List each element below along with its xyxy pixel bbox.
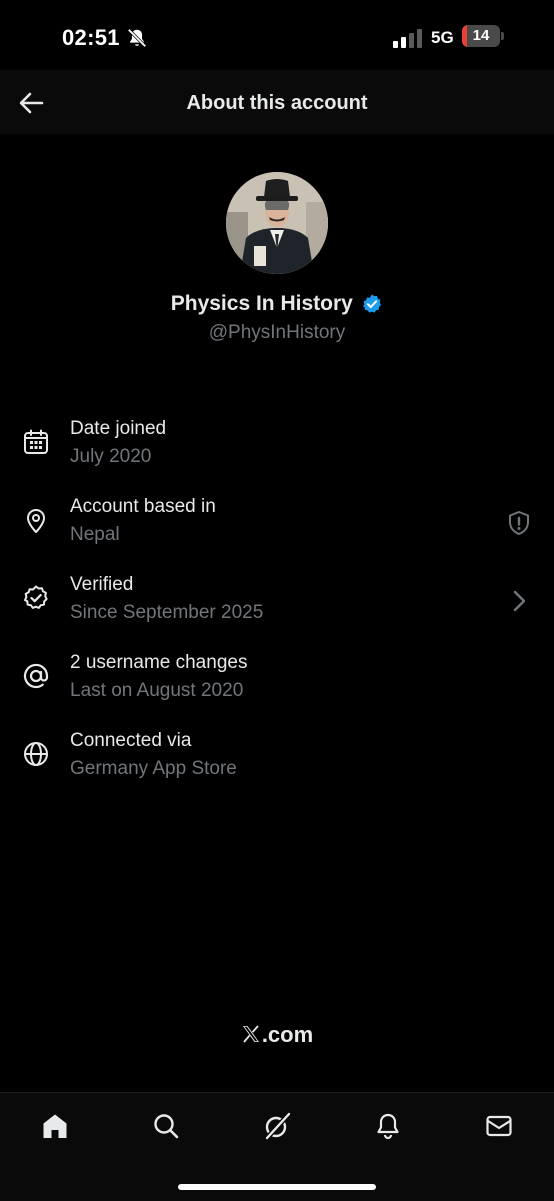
globe-icon [24, 742, 48, 766]
info-row-date-joined: Date joined July 2020 [0, 410, 554, 480]
bell-icon[interactable] [373, 1111, 403, 1141]
chevron-right-icon[interactable] [506, 588, 532, 614]
header: About this account [0, 70, 554, 134]
avatar[interactable] [226, 172, 328, 274]
info-title: Connected via [70, 730, 192, 751]
battery-level: 14 [472, 27, 490, 44]
display-name-row: Physics In History [0, 292, 554, 316]
info-row-verified[interactable]: Verified Since September 2025 [0, 566, 554, 636]
network-type: 5G [431, 28, 454, 47]
x-com-link[interactable]: .com [0, 1022, 554, 1048]
bell-off-icon [127, 28, 147, 48]
shield-info-icon[interactable] [506, 510, 532, 536]
info-subtitle: July 2020 [70, 446, 152, 467]
signal-icon [393, 29, 422, 48]
info-subtitle: Nepal [70, 524, 120, 545]
info-subtitle: Last on August 2020 [70, 680, 244, 701]
x-logo-icon [242, 1025, 259, 1043]
info-row-connected-via: Connected via Germany App Store [0, 722, 554, 792]
home-icon[interactable] [40, 1111, 70, 1141]
info-row-username-changes: 2 username changes Last on August 2020 [0, 644, 554, 714]
page-title: About this account [186, 92, 368, 114]
info-title: Account based in [70, 496, 216, 517]
info-subtitle: Germany App Store [70, 758, 237, 779]
home-indicator[interactable] [178, 1184, 376, 1190]
verified-outline-icon [24, 585, 48, 609]
calendar-icon [24, 429, 48, 454]
info-title: Date joined [70, 418, 167, 439]
verified-badge-icon [363, 294, 382, 313]
info-title: Verified [70, 574, 134, 595]
search-icon[interactable] [151, 1111, 181, 1141]
info-row-account-based-in: Account based in Nepal [0, 488, 554, 558]
handle: @PhysInHistory [208, 322, 346, 343]
brand-suffix: .com [261, 1022, 314, 1047]
location-pin-icon [27, 509, 45, 533]
grok-icon[interactable] [262, 1111, 292, 1141]
status-bar: 02:51 5G 14 [0, 0, 554, 70]
avatar-image [226, 172, 328, 274]
info-title: 2 username changes [70, 652, 248, 673]
info-subtitle: Since September 2025 [70, 602, 264, 623]
display-name: Physics In History [170, 292, 353, 315]
status-time: 02:51 [62, 25, 120, 50]
mail-icon[interactable] [484, 1111, 514, 1141]
at-sign-icon [23, 663, 49, 689]
battery-icon: 14 [462, 25, 506, 49]
